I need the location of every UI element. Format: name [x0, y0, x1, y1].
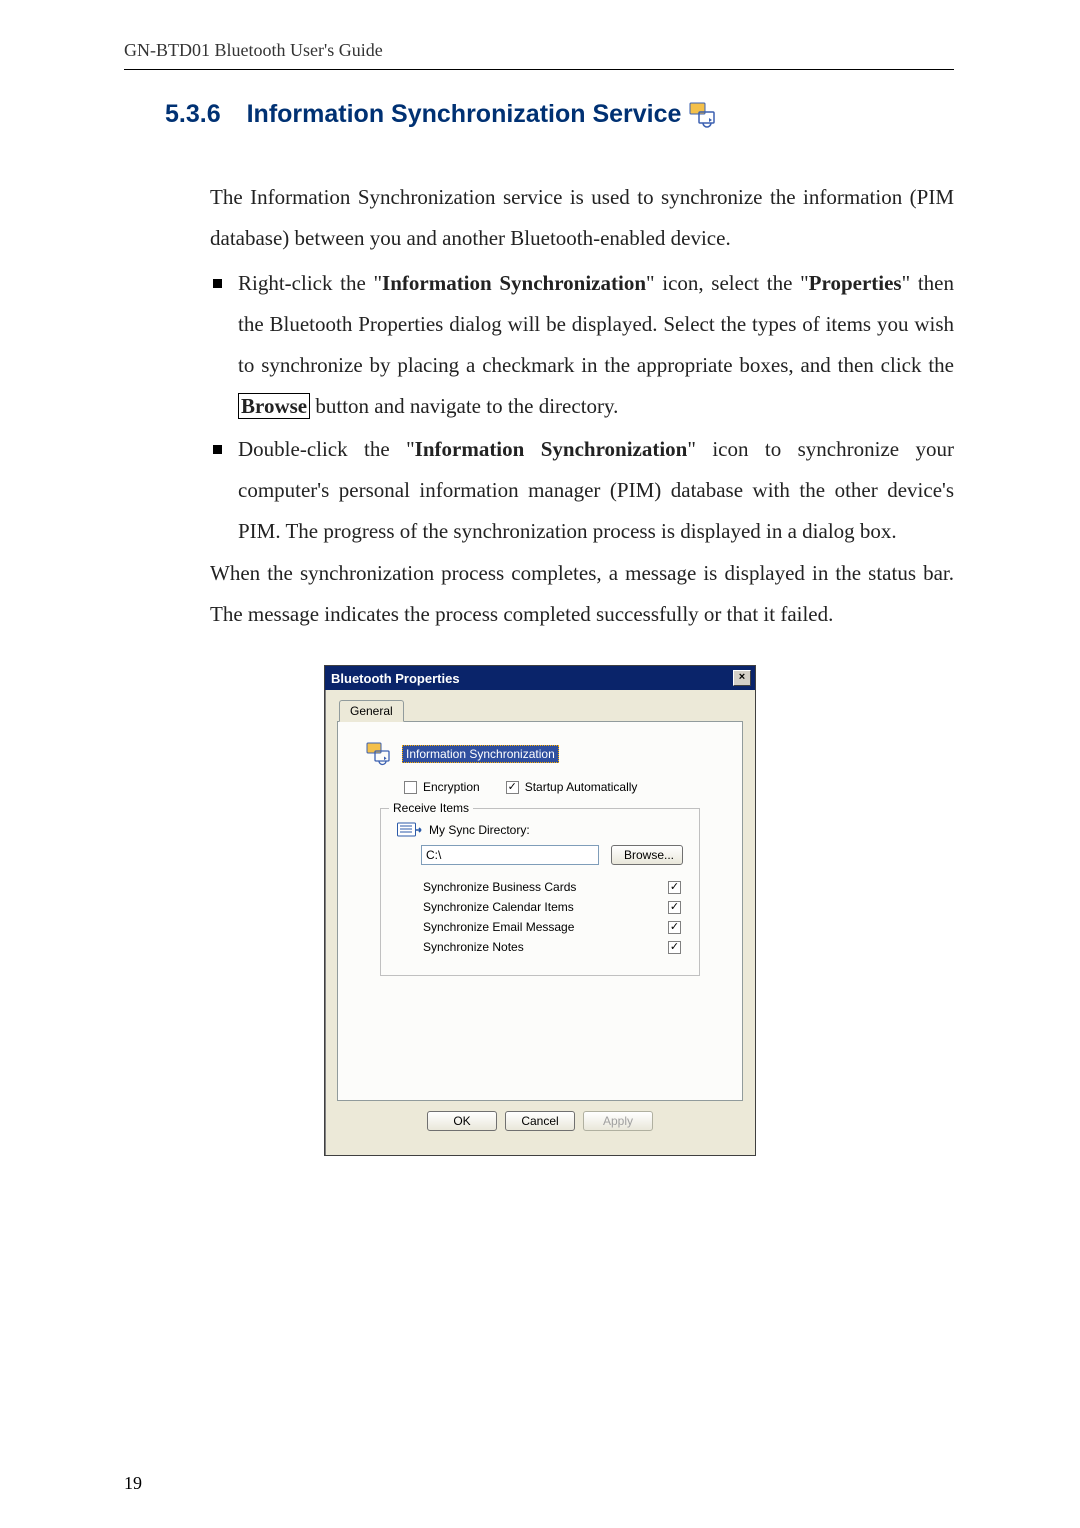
sync-row-label: Synchronize Notes	[423, 940, 524, 954]
receive-items-legend: Receive Items	[389, 801, 473, 815]
sync-email-checkbox[interactable]	[668, 921, 681, 934]
checkbox-checked-icon	[668, 941, 681, 954]
sync-row-business-cards: Synchronize Business Cards	[421, 877, 683, 897]
dialog-screenshot: Bluetooth Properties × General	[324, 665, 756, 1156]
sync-row-label: Synchronize Calendar Items	[423, 900, 574, 914]
page-number: 19	[124, 1473, 142, 1494]
body-text: The Information Synchronization service …	[210, 177, 954, 635]
info-sync-icon	[366, 742, 394, 766]
receive-folder-icon	[397, 821, 423, 839]
bullet-2: Double-click the "Information Synchroniz…	[210, 429, 954, 552]
bullet-1: Right-click the "Information Synchroniza…	[210, 263, 954, 427]
sync-row-label: Synchronize Business Cards	[423, 880, 576, 894]
closing-paragraph: When the synchronization process complet…	[184, 553, 954, 635]
sync-row-email: Synchronize Email Message	[421, 917, 683, 937]
startup-auto-checkbox[interactable]: Startup Automatically	[506, 780, 638, 794]
dialog-title: Bluetooth Properties	[331, 671, 460, 686]
dialog-titlebar: Bluetooth Properties ×	[325, 666, 755, 690]
service-name-field[interactable]: Information Synchronization	[402, 745, 559, 763]
browse-inline-button: Browse	[238, 393, 310, 419]
tab-general[interactable]: General	[339, 700, 404, 722]
document-header: GN-BTD01 Bluetooth User's Guide	[124, 40, 1080, 61]
sync-directory-input[interactable]	[421, 845, 599, 865]
ok-button[interactable]: OK	[427, 1111, 497, 1131]
cancel-button[interactable]: Cancel	[505, 1111, 575, 1131]
checkbox-checked-icon	[668, 901, 681, 914]
sync-business-cards-checkbox[interactable]	[668, 881, 681, 894]
checkbox-checked-icon	[668, 881, 681, 894]
sync-calendar-checkbox[interactable]	[668, 901, 681, 914]
sync-row-calendar: Synchronize Calendar Items	[421, 897, 683, 917]
sync-notes-checkbox[interactable]	[668, 941, 681, 954]
info-sync-icon	[689, 102, 719, 128]
intro-paragraph: The Information Synchronization service …	[210, 177, 954, 259]
checkbox-checked-icon	[668, 921, 681, 934]
tab-panel-general: Information Synchronization Encryption S…	[337, 721, 743, 1101]
close-icon[interactable]: ×	[733, 670, 751, 686]
header-divider	[124, 69, 954, 70]
sync-row-notes: Synchronize Notes	[421, 937, 683, 957]
checkbox-unchecked-icon	[404, 781, 417, 794]
section-heading: 5.3.6 Information Synchronization Servic…	[165, 100, 1080, 129]
checkbox-checked-icon	[506, 781, 519, 794]
section-number: 5.3.6	[165, 100, 221, 129]
my-sync-dir-label: My Sync Directory:	[429, 823, 530, 837]
encryption-checkbox[interactable]: Encryption	[404, 780, 480, 794]
encryption-label: Encryption	[423, 780, 480, 794]
apply-button: Apply	[583, 1111, 653, 1131]
receive-items-group: Receive Items My Sync Directory:	[380, 808, 700, 976]
startup-auto-label: Startup Automatically	[525, 780, 638, 794]
browse-button[interactable]: Browse...	[611, 845, 683, 865]
section-title: Information Synchronization Service	[247, 100, 682, 129]
sync-row-label: Synchronize Email Message	[423, 920, 574, 934]
bluetooth-properties-dialog: Bluetooth Properties × General	[324, 665, 756, 1156]
